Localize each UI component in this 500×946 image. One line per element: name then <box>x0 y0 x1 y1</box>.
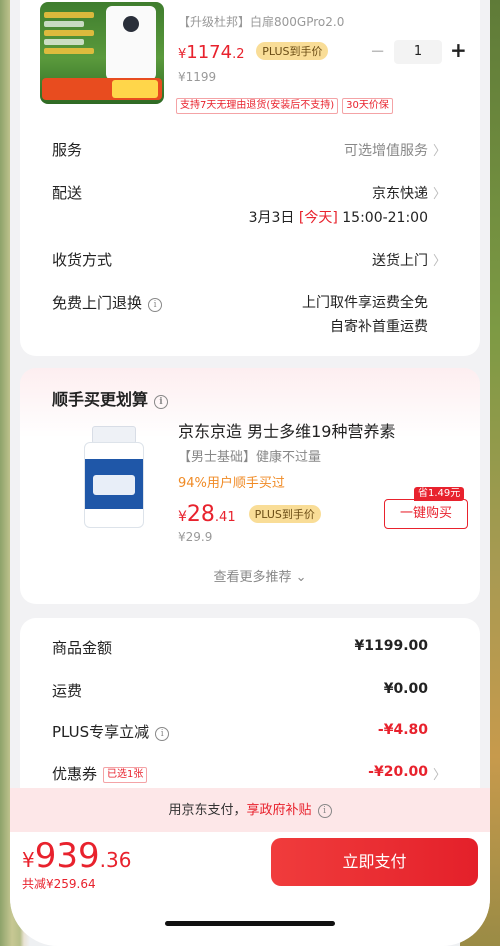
recommend-original-price: ¥29.9 <box>178 530 213 544</box>
recommend-title: 顺手买更划算 i <box>52 386 169 410</box>
product-thumbnail[interactable] <box>40 2 164 104</box>
receive-method-label: 收货方式 <box>52 251 113 269</box>
subsidy-info-icon[interactable]: i <box>317 804 332 818</box>
coupon-chevron-icon[interactable]: 〉 <box>433 764 446 783</box>
service-value[interactable]: 可选增值服务 <box>344 140 428 160</box>
recommend-plus-badge: PLUS到手价 <box>248 505 321 523</box>
free-return-info-icon[interactable]: i <box>148 298 163 312</box>
recommend-price: ¥28.41 PLUS到手价 <box>178 502 321 527</box>
water-purifier-image <box>106 6 156 80</box>
save-amount-badge: 省1.49元 <box>414 487 465 501</box>
recommend-product-image[interactable] <box>62 420 162 530</box>
summary-value-shipping: ¥0.00 <box>383 681 428 697</box>
free-return-label: 免费上门退换 i <box>52 292 163 313</box>
product-price: ¥1174.2 PLUS到手价 <box>178 42 329 63</box>
home-indicator[interactable] <box>165 921 335 926</box>
receive-chevron-icon[interactable]: 〉 <box>433 250 446 269</box>
quantity-input[interactable]: 1 <box>394 40 442 64</box>
plus-price-badge: PLUS到手价 <box>256 42 329 60</box>
service-chevron-icon[interactable]: 〉 <box>433 140 446 159</box>
subsidy-banner[interactable]: 用京东支付，享政府补贴 i <box>10 788 490 834</box>
total-price: ¥939.36 <box>22 836 132 876</box>
summary-value-goods: ¥1199.00 <box>354 638 428 654</box>
coupon-selected-badge: 已选1张 <box>103 767 148 783</box>
total-reduced[interactable]: 共减¥259.64 <box>22 875 96 892</box>
product-sku[interactable]: 【升级杜邦】白扉800GPro2.0 <box>178 13 344 30</box>
recommend-info-icon[interactable]: i <box>154 395 169 409</box>
thumbnail-price-banner <box>42 78 162 100</box>
one-click-buy-button[interactable]: 一键购买 <box>384 499 468 529</box>
summary-label-plus: PLUS专享立减 i <box>52 721 170 742</box>
summary-value-plus: -¥4.80 <box>377 722 428 738</box>
delivery-time[interactable]: 3月3日 [今天] 15:00-21:00 <box>249 207 428 227</box>
quantity-increase-button[interactable]: + <box>450 38 467 62</box>
receive-method-value[interactable]: 送货上门 <box>372 250 428 270</box>
thumbnail-feature-tags <box>44 12 94 57</box>
quantity-decrease-button[interactable]: − <box>370 41 385 62</box>
return-policy-pill: 支持7天无理由退货(安装后不支持) <box>176 98 339 114</box>
delivery-carrier[interactable]: 京东快递 <box>372 183 428 203</box>
pay-now-button[interactable]: 立即支付 <box>271 838 478 886</box>
delivery-label: 配送 <box>52 184 83 202</box>
service-label: 服务 <box>52 141 83 159</box>
free-return-line2: 自寄补首重运费 <box>330 319 428 335</box>
product-original-price: ¥1199 <box>178 70 217 84</box>
summary-label-coupon: 优惠券 已选1张 <box>52 763 148 784</box>
free-return-line1: 上门取件享运费全免 <box>302 295 428 311</box>
view-more-recommend-link[interactable]: 查看更多推荐 ⌄ <box>10 566 490 585</box>
recommend-product-name[interactable]: 京东京造 男士多维19种营养素 <box>178 418 395 442</box>
price-protect-pill: 30天价保 <box>342 98 393 114</box>
recommend-product-subtitle: 【男士基础】健康不过量 <box>178 450 322 465</box>
summary-value-coupon[interactable]: -¥20.00 <box>368 764 428 780</box>
summary-label-shipping: 运费 <box>52 682 83 700</box>
summary-label-goods: 商品金额 <box>52 639 113 657</box>
recommend-buy-percent: 94%用户顺手买过 <box>178 476 285 491</box>
product-service-pills: 支持7天无理由退货(安装后不支持) 30天价保 <box>176 98 397 114</box>
plus-discount-info-icon[interactable]: i <box>155 727 170 741</box>
delivery-chevron-icon[interactable]: 〉 <box>433 183 446 202</box>
